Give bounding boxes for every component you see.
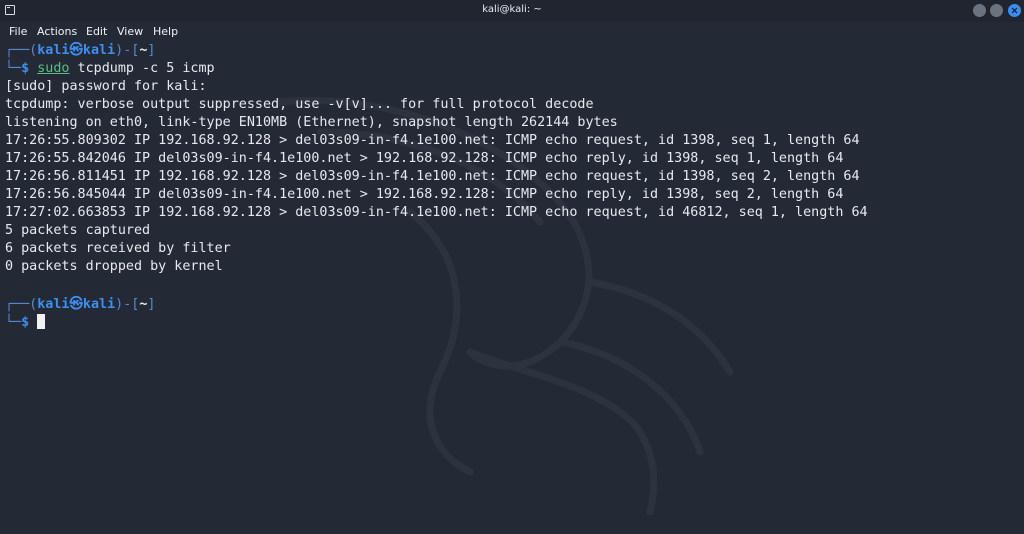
prompt-user: kali [37, 43, 70, 58]
prompt-corner: └─ [5, 315, 22, 330]
prompt-separator: )-[ [115, 297, 140, 312]
command-line: └─$ sudo tcpdump -c 5 icmp [5, 60, 215, 78]
prompt-frame: ┌──( [5, 43, 38, 58]
title-bar[interactable]: kali@kali: ~ [0, 0, 1024, 22]
maximize-button[interactable] [990, 4, 1003, 17]
prompt-line-2: ┌──(kali㉿kali)-[~] [5, 296, 155, 314]
input-line[interactable]: └─$ [5, 314, 46, 332]
prompt-close: ] [147, 297, 156, 312]
prompt-host: kali [82, 297, 116, 312]
minimize-button[interactable] [973, 4, 986, 17]
output-line: 17:26:56.811451 IP 192.168.92.128 > del0… [5, 169, 860, 184]
prompt-host: kali [82, 43, 116, 58]
prompt-at: ㉿ [69, 43, 83, 58]
output-line: listening on eth0, link-type EN10MB (Eth… [5, 115, 618, 130]
menu-actions[interactable]: Actions [37, 25, 77, 38]
prompt-dollar: $ [21, 61, 30, 76]
output-line: tcpdump: verbose output suppressed, use … [5, 97, 594, 112]
prompt-frame: ┌──( [5, 297, 38, 312]
prompt-line-1: ┌──(kali㉿kali)-[~] [5, 42, 155, 60]
output-line: 17:26:55.809302 IP 192.168.92.128 > del0… [5, 133, 860, 148]
prompt-separator: )-[ [115, 43, 140, 58]
menu-edit[interactable]: Edit [86, 25, 107, 38]
command-args: tcpdump -c 5 icmp [69, 61, 215, 76]
prompt-dollar: $ [21, 315, 30, 330]
output-line: 5 packets captured [5, 223, 151, 238]
output-line: 0 packets dropped by kernel [5, 259, 223, 274]
prompt-close: ] [147, 43, 156, 58]
output-line: 17:26:56.845044 IP del03s09-in-f4.1e100.… [5, 187, 844, 202]
menu-view[interactable]: View [117, 25, 143, 38]
command-sudo: sudo [37, 61, 70, 76]
output-line: 17:26:55.842046 IP del03s09-in-f4.1e100.… [5, 151, 844, 166]
terminal-output-area[interactable]: ┌──(kali㉿kali)-[~] └─$ sudo tcpdump -c 5… [0, 42, 1024, 534]
output-line: 17:27:02.663853 IP 192.168.92.128 > del0… [5, 205, 868, 220]
menu-file[interactable]: File [9, 25, 27, 38]
prompt-corner: └─ [5, 61, 22, 76]
close-button[interactable] [1008, 4, 1021, 17]
prompt-user: kali [37, 297, 70, 312]
window-title: kali@kali: ~ [482, 4, 542, 15]
terminal-window: kali@kali: ~ File Actions Edit View Help… [0, 0, 1024, 534]
output-line: 6 packets received by filter [5, 241, 231, 256]
text-cursor [37, 314, 46, 329]
menu-help[interactable]: Help [153, 25, 178, 38]
prompt-at: ㉿ [69, 297, 83, 312]
output-line: [sudo] password for kali: [5, 79, 207, 94]
